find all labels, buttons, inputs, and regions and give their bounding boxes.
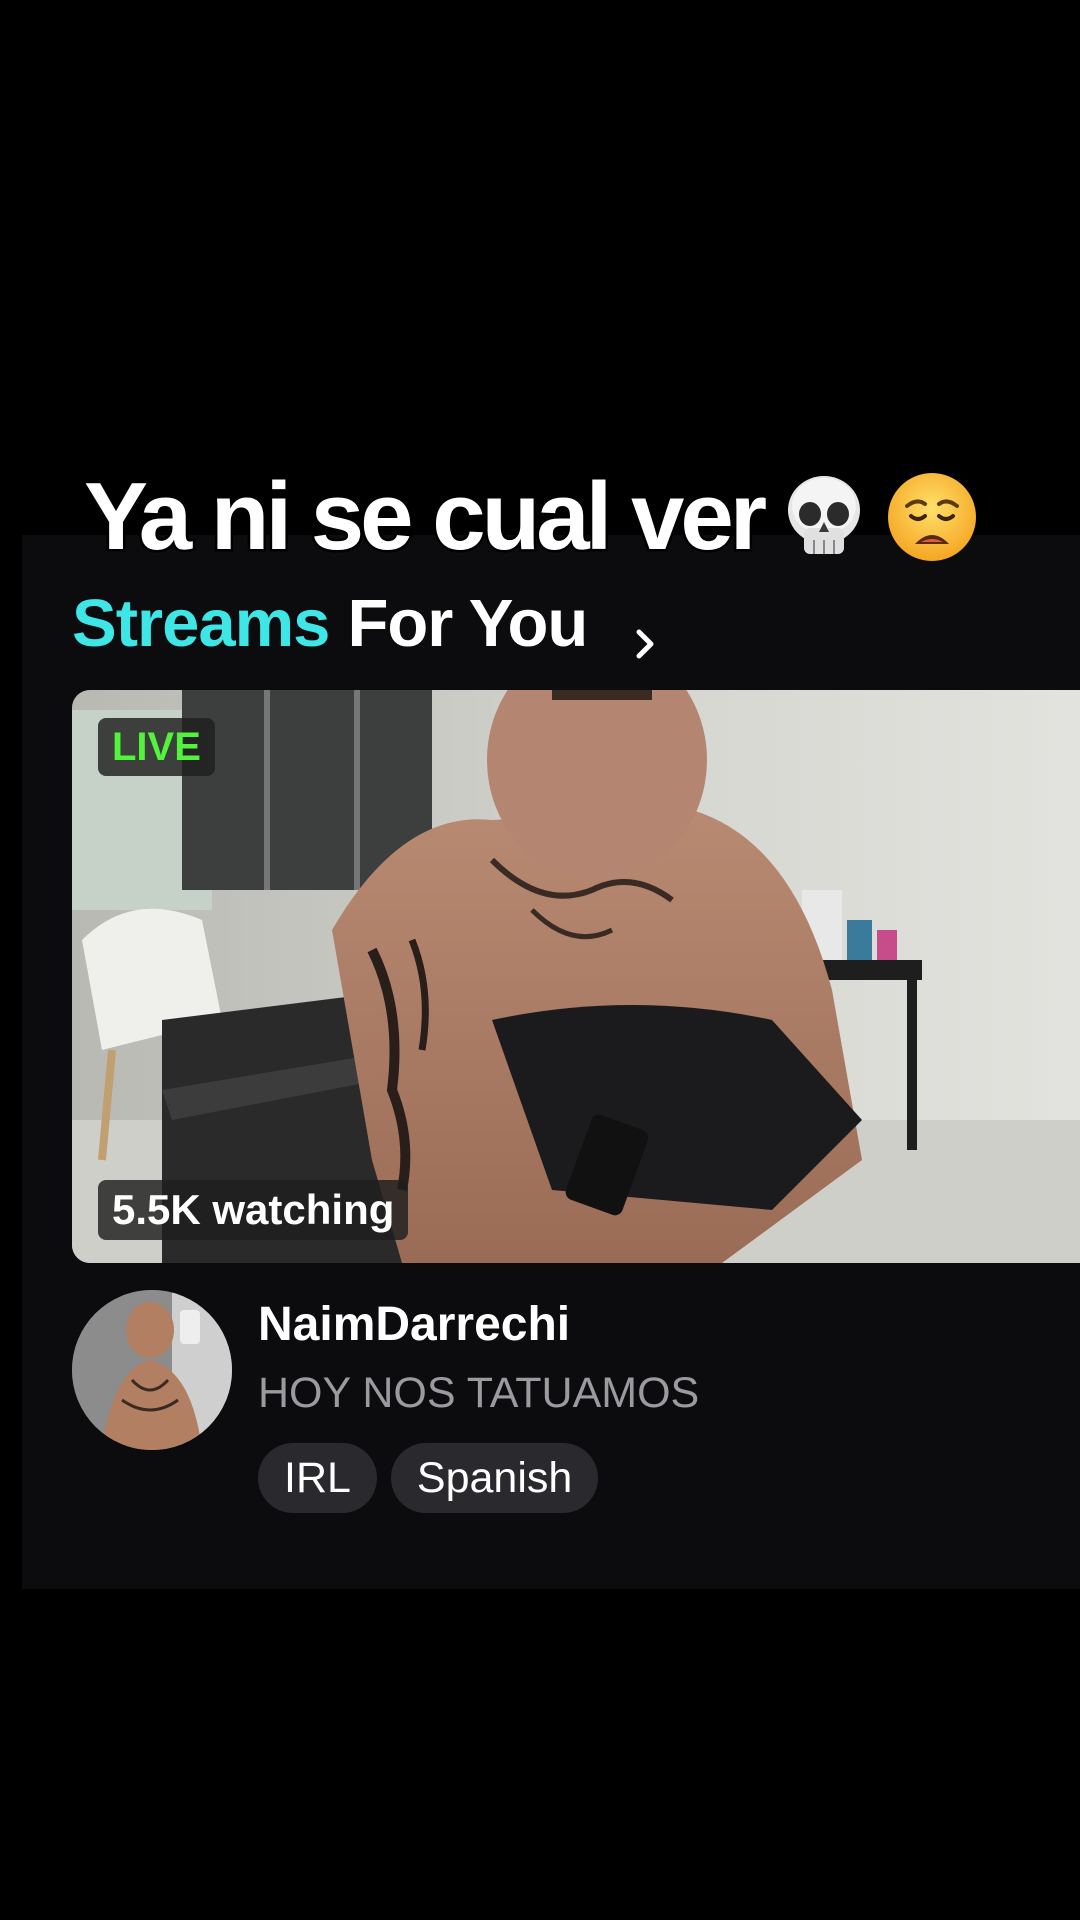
live-badge: LIVE: [98, 718, 215, 776]
tag-irl[interactable]: IRL: [258, 1443, 377, 1513]
screen: Ya ni se cual ver Streams For You LIVE 5…: [0, 0, 1080, 1920]
tag-spanish[interactable]: Spanish: [390, 1443, 599, 1513]
stream-title: HOY NOS TATUAMOS: [258, 1369, 700, 1417]
viewer-count-badge: 5.5K watching: [98, 1180, 409, 1240]
section-title-rest: For You: [347, 585, 588, 661]
skull-emoji-icon: [777, 470, 871, 564]
section-header-streams-for-you[interactable]: Streams For You: [72, 583, 665, 663]
streamer-name[interactable]: NaimDarrechi: [258, 1297, 570, 1352]
video-caption: Ya ni se cual ver: [81, 461, 979, 573]
avatar-image: [72, 1290, 232, 1450]
stream-preview-image: [72, 690, 1080, 1263]
caption-text: Ya ni se cual ver: [81, 461, 769, 573]
stream-thumbnail[interactable]: LIVE 5.5K watching: [72, 690, 1080, 1263]
chevron-right-icon[interactable]: [625, 603, 665, 659]
weary-face-emoji-icon: [885, 470, 979, 564]
streams-for-you-card: Streams For You LIVE 5.5K watching NaimD…: [22, 535, 1080, 1589]
streamer-avatar[interactable]: [72, 1290, 232, 1450]
section-title-accent: Streams: [72, 585, 330, 661]
stream-tags: IRL Spanish: [258, 1443, 599, 1513]
